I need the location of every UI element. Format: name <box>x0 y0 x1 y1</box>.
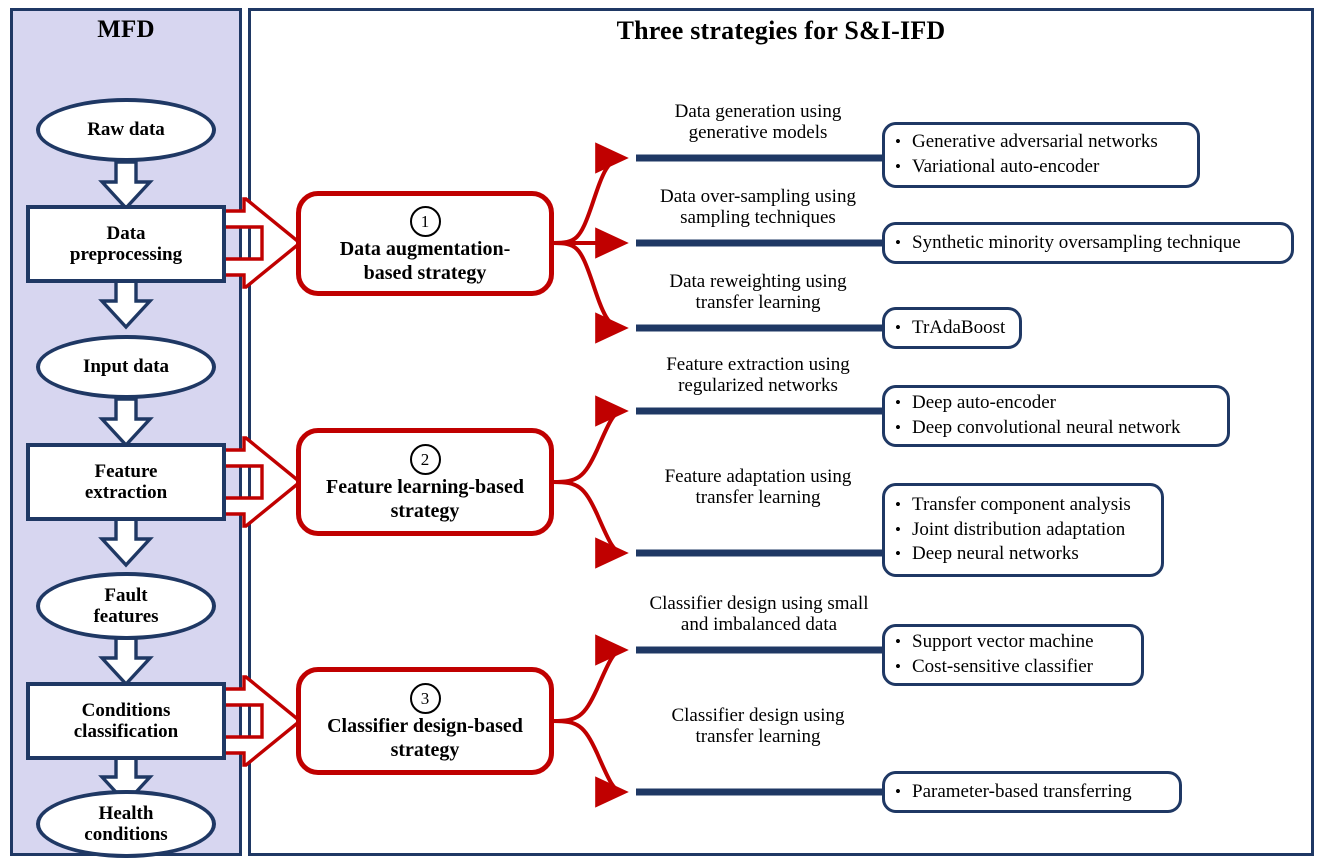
mfd-node-conditions-classification[interactable]: Conditions classification <box>26 682 226 760</box>
mfd-node-feature-extraction[interactable]: Feature extraction <box>26 443 226 521</box>
strategy-number-badge: 3 <box>409 683 441 715</box>
branch-caption-1-3: Data reweighting using transfer learning <box>669 271 847 314</box>
mfd-node-label: Health conditions <box>84 802 168 845</box>
strategy-box-3[interactable]: 3 Classifier design-based strategy <box>296 667 554 775</box>
mfd-node-input-data[interactable]: Input data <box>36 335 216 399</box>
bullet-icon <box>895 232 912 254</box>
detail-list-item: TrAdaBoost <box>895 316 1007 341</box>
detail-list-item: Cost-sensitive classifier <box>895 655 1129 680</box>
mfd-panel-title: MFD <box>97 16 155 43</box>
detail-list-item: Parameter-based transferring <box>895 780 1167 805</box>
detail-list-item: Deep neural networks <box>895 542 1149 567</box>
mfd-node-label: Data preprocessing <box>69 222 183 265</box>
detail-list-item: Deep auto-encoder <box>895 391 1215 416</box>
detail-list-item: Transfer component analysis <box>895 493 1149 518</box>
bullet-icon <box>895 494 912 516</box>
bullet-icon <box>895 392 912 414</box>
branch-caption-1-2: Data over-sampling using sampling techniq… <box>660 186 856 229</box>
strategy-box-2[interactable]: 2 Feature learning-based strategy <box>296 428 554 536</box>
branch-caption-2-2: Feature adaptation using transfer learnin… <box>664 466 852 509</box>
mfd-node-label: Fault features <box>93 584 159 627</box>
detail-list-item: Support vector machine <box>895 630 1129 655</box>
branch-caption-1-1: Data generation using generative models <box>674 101 842 144</box>
branch-caption-3-1: Classifier design using small and imbalan… <box>649 593 869 636</box>
detail-box-2-2[interactable]: Transfer component analysis Joint distri… <box>882 483 1164 577</box>
strategy-label: Feature learning-based strategy <box>326 476 524 522</box>
strategy-label: Classifier design-based strategy <box>327 715 523 761</box>
mfd-node-label: Input data <box>82 356 170 378</box>
detail-box-2-1[interactable]: Deep auto-encoder Deep convolutional neu… <box>882 385 1230 447</box>
detail-list-item: Variational auto-encoder <box>895 155 1185 180</box>
mfd-node-raw-data[interactable]: Raw data <box>36 98 216 162</box>
strategy-number-badge: 1 <box>409 205 441 237</box>
bullet-icon <box>895 317 912 339</box>
mfd-node-fault-features[interactable]: Fault features <box>36 572 216 640</box>
detail-box-1-1[interactable]: Generative adversarial networks Variatio… <box>882 122 1200 188</box>
detail-list-item: Synthetic minority oversampling techniqu… <box>895 231 1279 256</box>
strategy-box-1[interactable]: 1 Data augmentation-based strategy <box>296 191 554 296</box>
strategy-number-badge: 2 <box>409 444 441 476</box>
bullet-icon <box>895 156 912 178</box>
detail-box-3-1[interactable]: Support vector machine Cost-sensitive cl… <box>882 624 1144 686</box>
bullet-icon <box>895 519 912 541</box>
bullet-icon <box>895 131 912 153</box>
bullet-icon <box>895 543 912 565</box>
mfd-node-health-conditions[interactable]: Health conditions <box>36 790 216 858</box>
detail-list-item: Deep convolutional neural network <box>895 416 1215 441</box>
detail-box-1-3[interactable]: TrAdaBoost <box>882 307 1022 349</box>
mfd-node-label: Conditions classification <box>73 699 179 742</box>
detail-list-item: Joint distribution adaptation <box>895 518 1149 543</box>
mfd-node-label: Feature extraction <box>84 460 168 503</box>
branch-caption-2-1: Feature extraction using regularized netw… <box>666 354 850 397</box>
strategies-panel-title: Three strategies for S&I-IFD <box>616 16 946 45</box>
bullet-icon <box>895 631 912 653</box>
mfd-node-data-preprocessing[interactable]: Data preprocessing <box>26 205 226 283</box>
bullet-icon <box>895 656 912 678</box>
strategy-label: Data augmentation-based strategy <box>339 237 511 284</box>
bullet-icon <box>895 417 912 439</box>
mfd-node-label: Raw data <box>87 119 165 141</box>
bullet-icon <box>895 781 912 803</box>
detail-box-1-2[interactable]: Synthetic minority oversampling techniqu… <box>882 222 1294 264</box>
diagram-canvas: MFD Three strategies for S&I-IFD Raw dat… <box>0 0 1324 868</box>
detail-list-item: Generative adversarial networks <box>895 130 1185 155</box>
detail-box-3-2[interactable]: Parameter-based transferring <box>882 771 1182 813</box>
branch-caption-3-2: Classifier design using transfer learning <box>671 705 845 748</box>
